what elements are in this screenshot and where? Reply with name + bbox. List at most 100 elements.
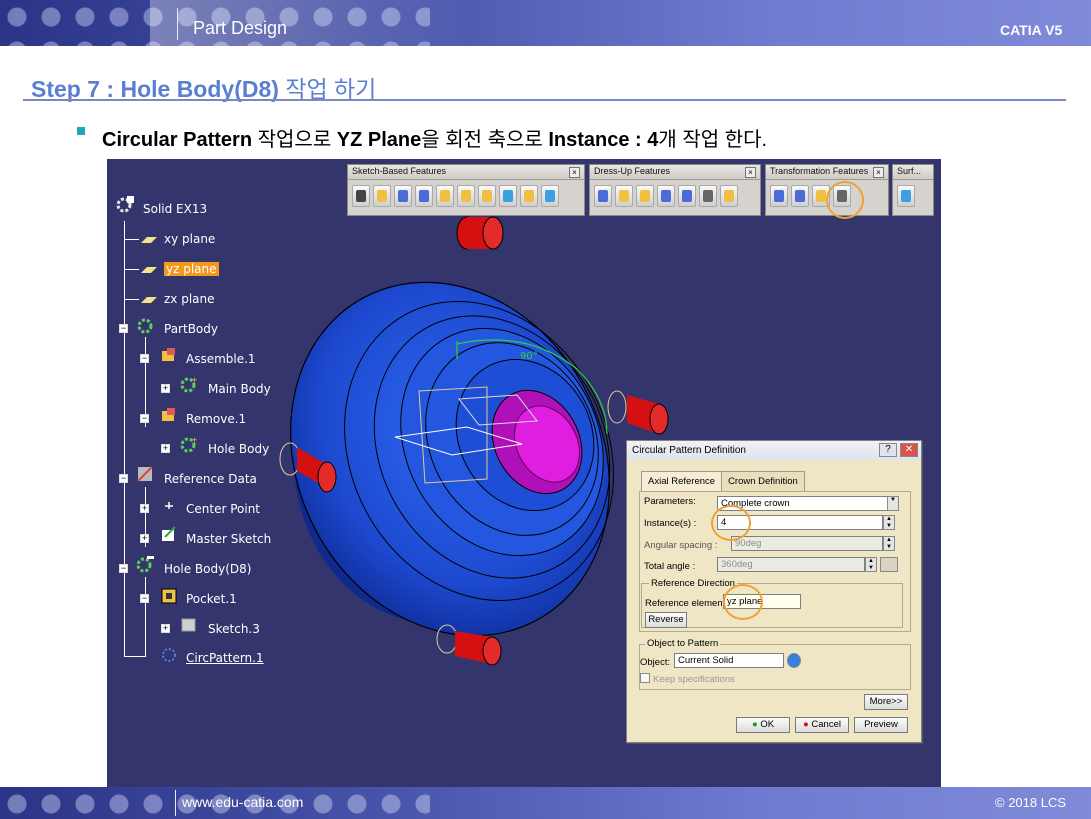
toolbar-sketch-based-features[interactable]: Sketch-Based Features × — [347, 164, 585, 216]
cancel-button[interactable]: ● Cancel — [795, 717, 849, 733]
close-icon[interactable]: × — [569, 167, 580, 178]
tree-item-hole-body[interactable]: Hole Body — [208, 442, 269, 456]
expand-toggle[interactable]: + — [161, 624, 170, 633]
collapse-toggle[interactable]: − — [119, 474, 128, 483]
reverse-button[interactable]: Reverse — [645, 612, 687, 628]
tree-item-assemble-1[interactable]: Assemble.1 — [186, 352, 256, 366]
tree-item-remove-1[interactable]: Remove.1 — [186, 412, 246, 426]
pocket-icon[interactable] — [373, 185, 391, 207]
mirror-icon[interactable] — [791, 185, 809, 207]
thread-icon[interactable] — [699, 185, 717, 207]
tree-item-center-point[interactable]: Center Point — [186, 502, 260, 516]
loft-icon[interactable] — [520, 185, 538, 207]
toolbar-title: Surf... — [893, 165, 933, 180]
tree-item-sketch-3[interactable]: Sketch.3 — [208, 622, 260, 636]
highlight-instances — [711, 505, 751, 541]
remove-loft-icon[interactable] — [541, 185, 559, 207]
pattern-instance-top[interactable] — [456, 216, 504, 250]
collapse-toggle[interactable]: − — [119, 324, 128, 333]
dropdown-arrow-icon[interactable]: ▼ — [887, 496, 899, 511]
total-angle-input: 360deg — [717, 557, 865, 572]
tree-item-hole-body-d8[interactable]: Hole Body(D8) — [164, 562, 251, 576]
gear-icon: + — [180, 435, 197, 453]
stiffener-icon[interactable] — [499, 185, 517, 207]
title-divider — [23, 99, 1066, 101]
tree-root[interactable]: Solid EX13 — [143, 202, 207, 216]
instruction-text: Circular Pattern 작업으로 YZ Plane을 회전 축으로 I… — [102, 129, 768, 151]
toolbar-title: Transformation Features — [766, 165, 888, 180]
close-button[interactable]: ✕ — [900, 443, 918, 457]
collapse-toggle[interactable]: − — [140, 414, 149, 423]
more-button[interactable]: More>> — [864, 694, 908, 710]
collapse-toggle[interactable]: − — [140, 594, 149, 603]
ok-button[interactable]: ● OK — [736, 717, 790, 733]
tree-item-main-body[interactable]: Main Body — [208, 382, 271, 396]
tree-item-reference-data[interactable]: Reference Data — [164, 472, 257, 486]
help-button[interactable]: ? — [879, 443, 897, 457]
pattern-instance-right[interactable] — [607, 390, 669, 435]
tree-item-circpattern-1[interactable]: CircPattern.1 — [186, 651, 264, 665]
tree-item-pocket-1[interactable]: Pocket.1 — [186, 592, 237, 606]
rib-icon[interactable] — [457, 185, 475, 207]
close-icon[interactable]: × — [873, 167, 884, 178]
fillet-icon[interactable] — [594, 185, 612, 207]
reference-data-icon — [137, 466, 153, 482]
collapse-toggle[interactable]: − — [119, 564, 128, 573]
groove-icon[interactable] — [415, 185, 433, 207]
globe-icon[interactable] — [787, 653, 801, 668]
tab-axial-reference[interactable]: Axial Reference — [641, 471, 723, 491]
tree-item-yz-plane[interactable]: yz plane — [164, 262, 219, 276]
toolbar-dress-up-features[interactable]: Dress-Up Features × — [589, 164, 761, 216]
remove-face-icon[interactable] — [720, 185, 738, 207]
expand-toggle[interactable]: + — [140, 504, 149, 513]
instances-spinner[interactable]: ▲ ▼ — [883, 515, 895, 530]
close-icon[interactable]: × — [745, 167, 756, 178]
collapse-toggle[interactable]: − — [140, 354, 149, 363]
reference-element-label: Reference element: — [645, 598, 728, 609]
object-label: Object: — [640, 657, 671, 668]
expand-toggle[interactable]: + — [161, 384, 170, 393]
split-icon[interactable] — [897, 185, 915, 207]
angular-spacing-spinner: ▲ ▼ — [883, 536, 895, 551]
gear-icon — [136, 556, 154, 573]
assemble-icon — [162, 348, 175, 361]
section-title: Part Design — [193, 18, 288, 38]
keep-specifications-checkbox[interactable] — [640, 673, 650, 683]
hole-icon[interactable] — [436, 185, 454, 207]
translation-icon[interactable] — [770, 185, 788, 207]
website-link[interactable]: www.edu-catia.com — [182, 794, 303, 810]
chamfer-icon[interactable] — [615, 185, 633, 207]
bullet-marker — [77, 127, 85, 135]
tab-crown-definition[interactable]: Crown Definition — [721, 471, 805, 491]
tree-item-xy-plane[interactable]: xy plane — [164, 232, 215, 246]
formula-icon[interactable] — [880, 557, 898, 572]
toolbar-surface-features[interactable]: Surf... — [892, 164, 934, 216]
tree-item-partbody[interactable]: PartBody — [164, 322, 218, 336]
plane-icon — [141, 267, 157, 273]
tree-item-master-sketch[interactable]: Master Sketch — [186, 532, 271, 546]
toolbar-title: Dress-Up Features — [590, 165, 760, 180]
object-input[interactable]: Current Solid — [674, 653, 784, 668]
total-angle-spinner: ▲ ▼ — [865, 557, 877, 572]
sketch-icon — [162, 526, 176, 541]
shell-icon[interactable] — [657, 185, 675, 207]
sketch-icon — [181, 618, 196, 632]
dialog-titlebar[interactable]: Circular Pattern Definition ? ✕ — [627, 441, 921, 460]
dialog-title: Circular Pattern Definition — [632, 445, 746, 456]
product-name: CATIA V5 — [1000, 22, 1063, 38]
pad-icon[interactable] — [352, 185, 370, 207]
thickness-icon[interactable] — [678, 185, 696, 207]
preview-button[interactable]: Preview — [854, 717, 908, 733]
slot-icon[interactable] — [478, 185, 496, 207]
expand-toggle[interactable]: + — [161, 444, 170, 453]
slide-header-band: Part Design CATIA V5 — [0, 0, 1091, 46]
reference-direction-title: Reference Direction — [649, 578, 737, 589]
catia-viewport[interactable]: 90° Sketch-Based Features × Dress-Up Fea… — [107, 159, 941, 787]
circular-pattern-dialog[interactable]: Circular Pattern Definition ? ✕ Axial Re… — [626, 440, 922, 743]
tree-item-zx-plane[interactable]: zx plane — [164, 292, 215, 306]
parameters-label: Parameters: — [644, 496, 696, 507]
draft-icon[interactable] — [636, 185, 654, 207]
shaft-icon[interactable] — [394, 185, 412, 207]
highlight-reference-element — [723, 584, 763, 620]
expand-toggle[interactable]: + — [140, 534, 149, 543]
